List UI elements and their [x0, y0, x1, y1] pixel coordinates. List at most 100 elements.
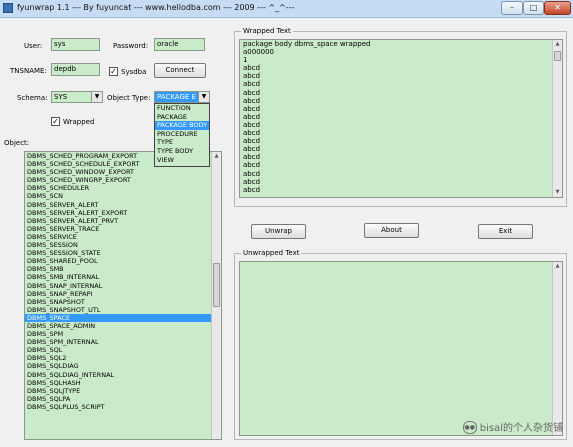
user-field[interactable]: sys [51, 38, 100, 51]
exit-button[interactable]: Exit [478, 224, 533, 239]
object-type-label: Object Type: [107, 94, 151, 102]
user-label: User: [24, 42, 43, 50]
wrapped-text-area[interactable]: package body dbms_space wrapped a000000 1 a… [239, 39, 563, 198]
dropdown-option[interactable]: PACKAGE [155, 113, 209, 122]
wrapped-text-lines: package body dbms_space wrapped a000000 1 a… [240, 40, 562, 194]
password-label: Password: [113, 42, 149, 50]
object-list-item[interactable]: DBMS_SHARED_POOL [25, 257, 221, 265]
unwrapped-text-caption: Unwrapped Text [241, 249, 302, 257]
scroll-down-icon[interactable]: ▼ [553, 188, 562, 197]
object-list-item[interactable]: DBMS_SMB_INTERNAL [25, 273, 221, 281]
object-list-item[interactable]: DBMS_SCHED_WINGRP_EXPORT [25, 176, 221, 184]
object-list-item[interactable]: DBMS_SNAPSHOT_UTL [25, 306, 221, 314]
object-list-item[interactable]: DBMS_SNAP_REPAPI [25, 290, 221, 298]
wrapped-text-line: abcd [243, 64, 261, 73]
scroll-up-icon[interactable]: ▲ [553, 262, 562, 271]
object-list-item[interactable]: DBMS_SERVER_ALERT_EXPORT [25, 209, 221, 217]
object-type-value: PACKAGE E [157, 93, 196, 101]
object-list-item[interactable]: DBMS_SCN [25, 192, 221, 200]
schema-value: SYS [54, 93, 68, 101]
object-list-item[interactable]: DBMS_SNAP_INTERNAL [25, 282, 221, 290]
dropdown-option[interactable]: FUNCTION [155, 104, 209, 113]
maximize-icon[interactable]: □ [523, 1, 544, 15]
object-list-item[interactable]: DBMS_SERVER_ALERT_PRVT [25, 217, 221, 225]
title-bar: fyunwrap 1.1 --- By fuyuncat --- www.hel… [0, 0, 573, 18]
wrapped-text-line: abcd [243, 80, 261, 89]
wrapped-text-line: abcd [243, 72, 261, 81]
schema-label: Schema: [17, 94, 48, 102]
wrapped-text-caption: Wrapped Text [241, 27, 293, 35]
scroll-up-icon[interactable]: ▲ [212, 152, 221, 161]
scroll-up-icon[interactable]: ▲ [553, 40, 562, 49]
scroll-thumb[interactable] [213, 263, 220, 307]
dropdown-option[interactable]: TYPE BODY [155, 147, 209, 156]
wrapped-text-line: abcd [243, 104, 261, 113]
password-field[interactable]: oracle [154, 38, 205, 51]
watermark: ●● bisal的个人杂货铺 [462, 419, 563, 434]
about-button[interactable]: About [364, 223, 419, 238]
wrapped-text-line: abcd [243, 88, 261, 97]
window-title: fyunwrap 1.1 --- By fuyuncat --- www.hel… [17, 3, 295, 12]
app-icon [3, 3, 13, 13]
tnsname-field[interactable]: depdb [51, 63, 100, 76]
wrapped-text-line: abcd [243, 153, 261, 162]
object-list-item[interactable]: DBMS_SQLPLUS_SCRIPT [25, 403, 221, 411]
wrapped-text-line: abcd [243, 137, 261, 146]
unwrap-button[interactable]: Unwrap [251, 224, 306, 239]
minimize-icon[interactable]: – [501, 1, 523, 15]
object-list-item[interactable]: DBMS_SQLJTYPE [25, 387, 221, 395]
chevron-down-icon[interactable]: ▼ [198, 92, 209, 102]
object-list-item[interactable]: DBMS_SCHEDULER [25, 184, 221, 192]
tnsname-label: TNSNAME: [10, 67, 47, 75]
wrapped-text-line: abcd [243, 177, 261, 186]
object-list-item[interactable]: DBMS_SQL [25, 346, 221, 354]
sysdba-checkbox[interactable]: ✓ [109, 67, 118, 76]
object-list-item[interactable]: DBMS_SERVICE [25, 233, 221, 241]
object-type-select[interactable]: PACKAGE E ▼ [154, 91, 210, 103]
object-list-item[interactable]: DBMS_SPM [25, 330, 221, 338]
object-list-item[interactable]: DBMS_SQLHASH [25, 379, 221, 387]
wrapped-text-line: abcd [243, 120, 261, 129]
object-list-scrollbar[interactable]: ▲ [211, 152, 221, 439]
dropdown-option[interactable]: PROCEDURE [155, 130, 209, 139]
object-list-item[interactable]: DBMS_SMB [25, 265, 221, 273]
schema-select[interactable]: SYS ▼ [51, 91, 103, 103]
wrapped-text-scrollbar[interactable]: ▲ ▼ [552, 40, 562, 197]
object-list-item[interactable]: DBMS_SQLDIAG_INTERNAL [25, 371, 221, 379]
scroll-thumb[interactable] [554, 51, 561, 61]
connect-button[interactable]: Connect [154, 63, 206, 78]
wrapped-text-line: abcd [243, 96, 261, 105]
chevron-down-icon[interactable]: ▼ [91, 92, 102, 102]
object-type-dropdown[interactable]: FUNCTION PACKAGE PACKAGE BODY PROCEDURE … [154, 103, 210, 167]
object-list-item[interactable]: DBMS_SERVER_ALERT [25, 201, 221, 209]
check-icon: ✓ [110, 67, 117, 76]
unwrapped-text-area[interactable]: ▲ [239, 261, 563, 436]
object-list-item[interactable]: DBMS_SERVER_TRACE [25, 225, 221, 233]
object-listbox[interactable]: DBMS_SCHED_PROGRAM_EXPORT DBMS_SCHED_SCHE… [24, 151, 222, 440]
wrapped-checkbox[interactable]: ✓ [51, 117, 60, 126]
sysdba-label: Sysdba [121, 68, 147, 76]
wrapped-text-line: abcd [243, 161, 261, 170]
dropdown-option-selected[interactable]: PACKAGE BODY [155, 121, 209, 130]
wrapped-text-line: abcd [243, 129, 261, 138]
wrapped-label: Wrapped [63, 118, 95, 126]
object-list-item[interactable]: DBMS_SQL2 [25, 354, 221, 362]
object-list-item[interactable]: DBMS_SPACE_ADMIN [25, 322, 221, 330]
object-list-item-selected[interactable]: DBMS_SPACE [25, 313, 221, 322]
object-list-item[interactable]: DBMS_SPM_INTERNAL [25, 338, 221, 346]
object-label: Object: [4, 139, 30, 147]
object-list-item[interactable]: DBMS_SCHED_WINDOW_EXPORT [25, 168, 221, 176]
wrapped-text-line: abcd [243, 169, 261, 178]
wrapped-text-line: abcd [243, 145, 261, 154]
dropdown-option[interactable]: TYPE [155, 138, 209, 147]
object-list-item[interactable]: DBMS_SESSION [25, 241, 221, 249]
object-list-item[interactable]: DBMS_SQLPA [25, 395, 221, 403]
wechat-icon: ●● [462, 421, 477, 434]
object-list-item[interactable]: DBMS_SNAPSHOT [25, 298, 221, 306]
wrapped-text-line: a000000 [243, 48, 275, 57]
object-list-item[interactable]: DBMS_SQLDIAG [25, 362, 221, 370]
close-icon[interactable]: ✕ [544, 1, 571, 15]
dropdown-option[interactable]: VIEW [155, 156, 209, 165]
unwrapped-text-scrollbar[interactable]: ▲ [552, 262, 562, 435]
object-list-item[interactable]: DBMS_SESSION_STATE [25, 249, 221, 257]
